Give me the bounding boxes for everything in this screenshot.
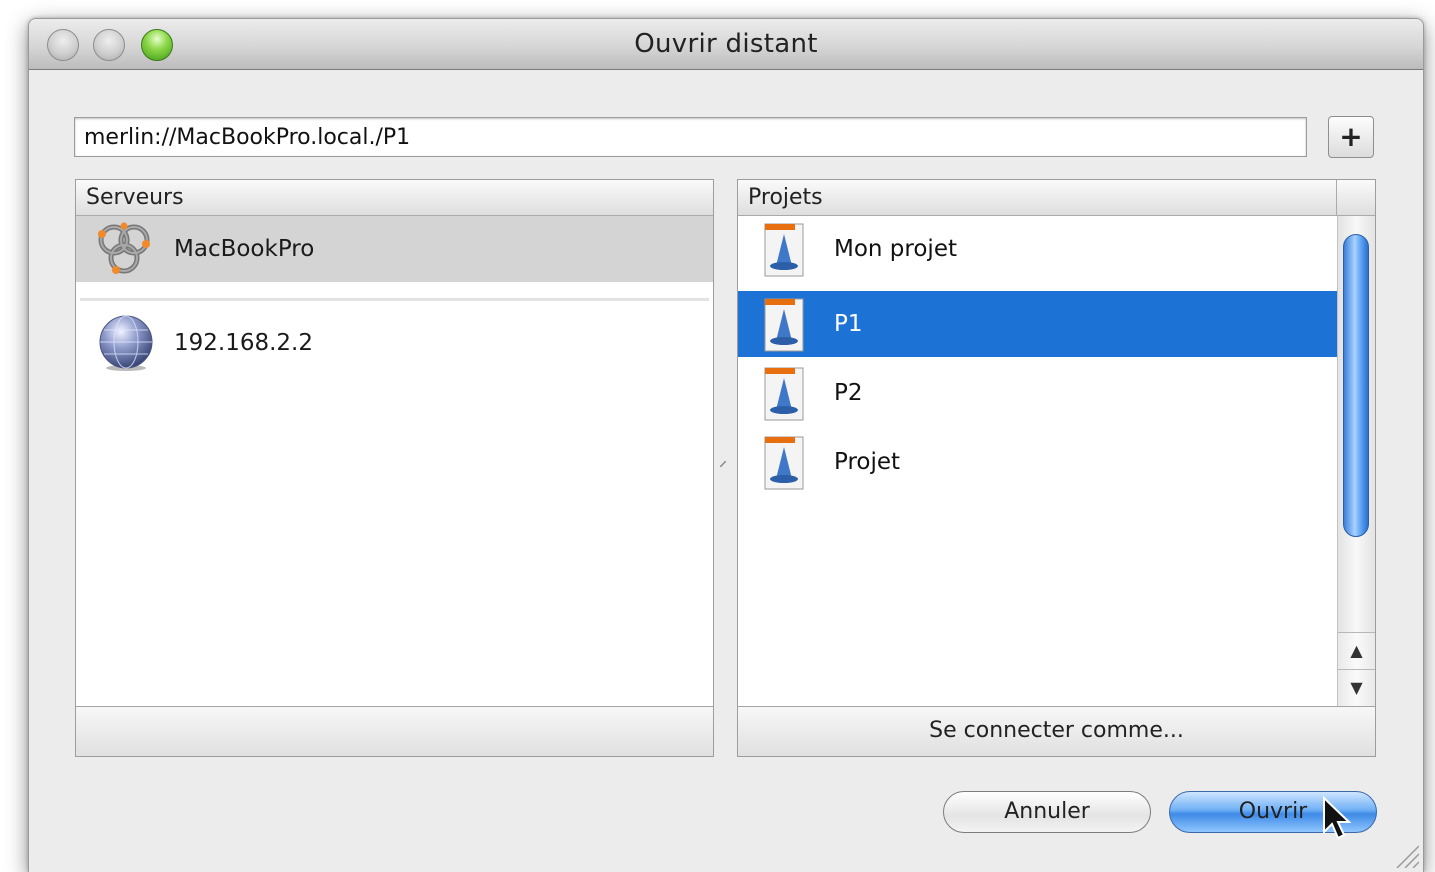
projects-scrollbar[interactable]: ▲ ▼ [1337, 216, 1375, 706]
server-label: MacBookPro [174, 236, 315, 262]
server-address-input[interactable] [74, 117, 1307, 157]
project-item-p2[interactable]: P2 [738, 360, 1337, 426]
project-label: P1 [834, 311, 863, 337]
project-document-icon [764, 436, 804, 490]
project-label: Projet [834, 449, 901, 475]
split-handle[interactable] [719, 459, 727, 468]
project-item-projet[interactable]: Projet [738, 429, 1337, 495]
project-item-mon-projet[interactable]: Mon projet [738, 216, 1337, 282]
add-server-button[interactable]: + [1328, 116, 1374, 158]
header-corner [1337, 180, 1375, 216]
server-label: 192.168.2.2 [174, 330, 313, 356]
scroll-down-arrow-icon[interactable]: ▼ [1338, 669, 1375, 706]
project-document-icon [764, 298, 804, 352]
bonjour-network-icon [98, 222, 150, 274]
projects-list: Mon projet P1 P2 Projet [738, 216, 1337, 706]
projects-header: Projets [738, 180, 1337, 216]
projects-panel: Projets Mon projet P1 P2 Projet ▲ ▼ Se c… [737, 179, 1376, 757]
project-item-p1[interactable]: P1 [738, 291, 1337, 357]
title-bar[interactable]: Ouvrir distant [29, 19, 1423, 70]
project-document-icon [764, 367, 804, 421]
servers-footer-bar [76, 706, 713, 756]
servers-panel: Serveurs MacBookPro 192.168.2.2 [75, 179, 714, 757]
project-label: P2 [834, 380, 863, 406]
project-document-icon [764, 223, 804, 277]
open-remote-dialog: Ouvrir distant + Serveurs [28, 18, 1424, 872]
network-globe-icon [99, 315, 153, 371]
window-title: Ouvrir distant [634, 29, 818, 59]
resize-grip-icon[interactable] [1393, 842, 1419, 868]
connect-as-button[interactable]: Se connecter comme... [738, 706, 1375, 756]
server-item-macbookpro[interactable]: MacBookPro [76, 216, 713, 282]
servers-header: Serveurs [76, 180, 713, 216]
mouse-cursor-icon [1323, 796, 1352, 840]
server-separator [80, 298, 709, 301]
cancel-button[interactable]: Annuler [943, 791, 1151, 833]
scroll-up-arrow-icon[interactable]: ▲ [1338, 632, 1375, 669]
project-label: Mon projet [834, 236, 957, 262]
scrollbar-thumb[interactable] [1343, 234, 1369, 537]
server-item-192-168-2-2[interactable]: 192.168.2.2 [76, 308, 713, 374]
